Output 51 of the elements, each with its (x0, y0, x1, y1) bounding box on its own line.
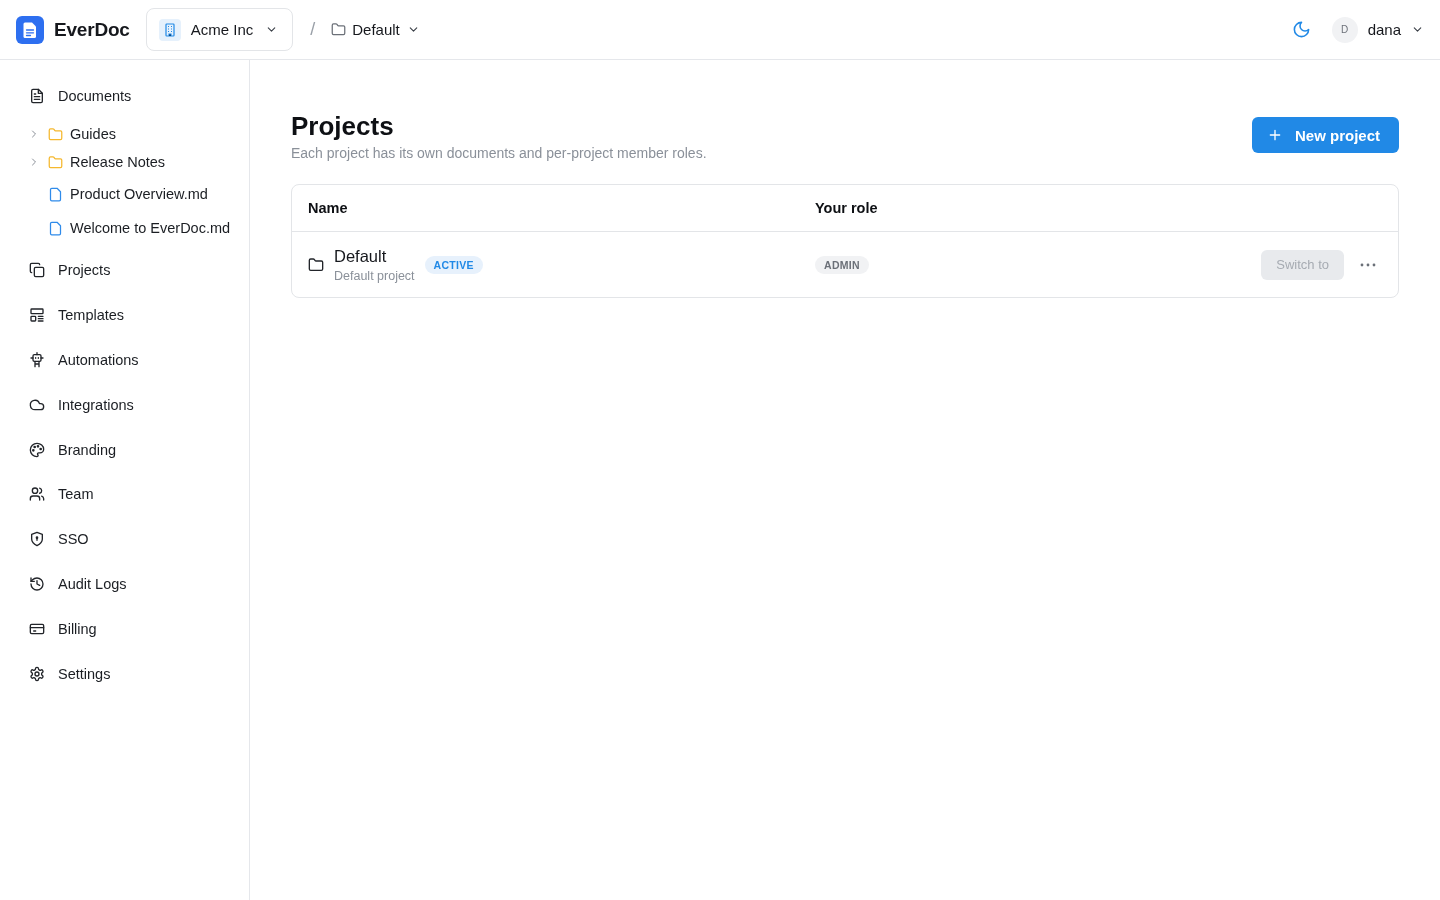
sidebar-item[interactable]: Automations (0, 337, 249, 383)
users-icon (29, 486, 45, 503)
sidebar-item[interactable]: Settings (0, 651, 249, 696)
folder-icon (331, 22, 347, 37)
more-options-button[interactable] (1360, 262, 1376, 267)
robot-icon (29, 352, 45, 368)
folder-icon (48, 126, 63, 142)
page-subtitle: Each project has its own documents and per-project member roles. (291, 144, 707, 163)
role-badge: ADMIN (815, 256, 869, 274)
sidebar-item[interactable]: Integrations (0, 382, 249, 428)
user-menu[interactable]: D dana (1331, 16, 1424, 43)
status-badge: ACTIVE (424, 256, 483, 274)
file-tree-item[interactable]: Welcome to EverDoc.md (0, 212, 249, 244)
sidebar-item[interactable]: Documents (0, 80, 249, 112)
folder-tree-item[interactable]: Guides (0, 120, 249, 148)
column-header: Name (308, 200, 348, 216)
org-switcher[interactable]: Acme Inc (145, 8, 294, 51)
avatar: D (1331, 16, 1358, 43)
sidebar-item[interactable]: SSO (0, 516, 249, 562)
sidebar-item[interactable]: Billing (0, 606, 249, 652)
file-icon (48, 186, 63, 202)
copy-icon (29, 262, 45, 279)
theme-toggle-button[interactable] (1291, 20, 1311, 39)
sidebar-item[interactable]: Branding (0, 427, 249, 472)
folder-tree-item[interactable]: Release Notes (0, 148, 249, 176)
new-project-button[interactable]: New project (1251, 117, 1399, 153)
project-description: Default project (334, 267, 415, 284)
file-tree-item[interactable]: Product Overview.md (0, 178, 249, 210)
file-icon (48, 220, 63, 236)
layout-icon (29, 307, 45, 324)
palette-icon (29, 441, 45, 458)
building-icon (158, 18, 181, 41)
sidebar-item[interactable]: Templates (0, 292, 249, 338)
history-icon (29, 575, 45, 592)
page-title: Projects (291, 110, 395, 142)
folder-icon (48, 154, 63, 170)
breadcrumb-separator: / (310, 19, 316, 40)
moon-icon (1291, 20, 1311, 39)
folder-icon (308, 257, 324, 273)
sidebar-item[interactable]: Team (0, 472, 249, 517)
app-name: EverDoc (54, 18, 130, 41)
project-switcher[interactable]: Default (331, 21, 420, 38)
file-text-icon (29, 88, 45, 104)
sidebar-item[interactable]: Audit Logs (0, 561, 249, 607)
sidebar-item[interactable]: Projects (0, 248, 249, 293)
ellipsis-icon (1360, 262, 1376, 267)
app-logo-icon (16, 15, 44, 44)
column-header: Your role (815, 200, 878, 216)
settings-icon (29, 665, 45, 682)
shield-icon (29, 531, 45, 548)
project-name: Default (334, 245, 388, 266)
